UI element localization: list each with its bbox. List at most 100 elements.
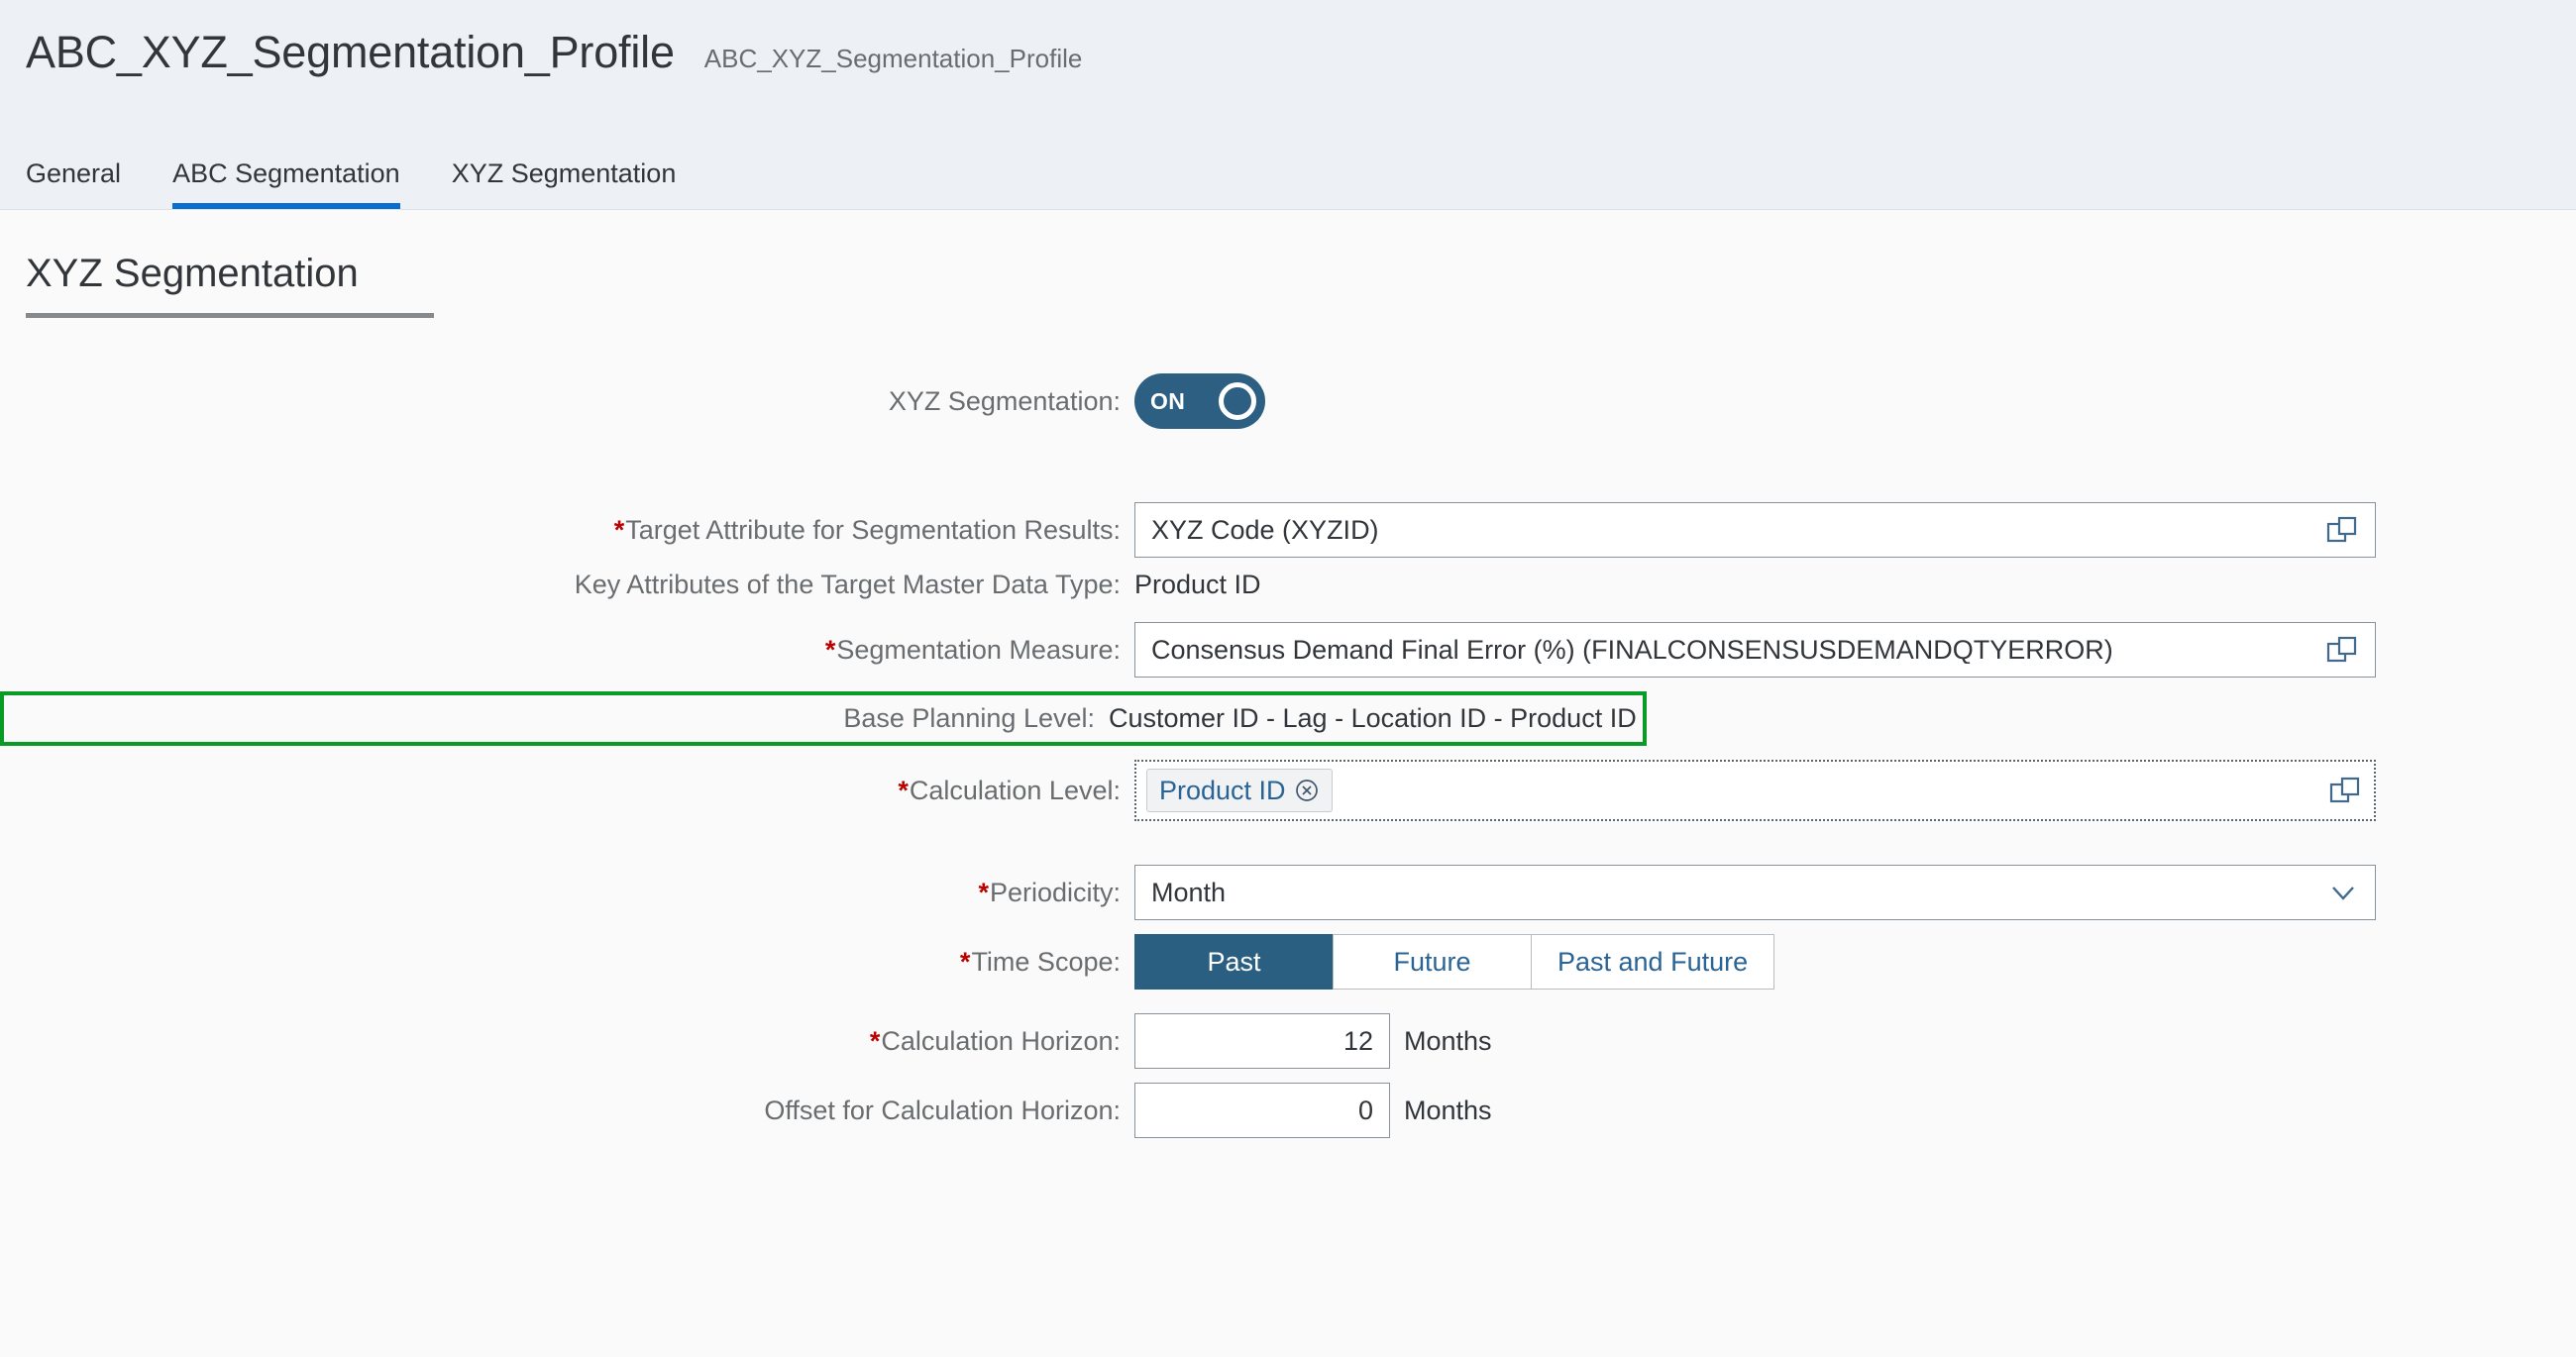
label-offset-calculation-horizon: Offset for Calculation Horizon: <box>0 1097 1134 1124</box>
key-attributes-value: Product ID <box>1134 572 1261 598</box>
row-key-attributes: Key Attributes of the Target Master Data… <box>0 572 2576 598</box>
section-title-underline <box>26 313 434 318</box>
row-periodicity: *Periodicity: Month <box>0 865 2576 920</box>
label-time-scope: *Time Scope: <box>0 949 1134 976</box>
row-target-attribute: *Target Attribute for Segmentation Resul… <box>0 502 2576 558</box>
row-base-planning-level: Base Planning Level: Customer ID - Lag -… <box>0 691 2576 746</box>
label-xyz-segmentation: XYZ Segmentation: <box>0 388 1134 415</box>
page-title: ABC_XYZ_Segmentation_Profile <box>26 28 675 77</box>
token-product-id-label: Product ID <box>1159 778 1286 804</box>
label-target-attribute-text: Target Attribute for Segmentation Result… <box>625 515 1121 545</box>
label-segmentation-measure-text: Segmentation Measure: <box>836 635 1121 665</box>
label-calculation-horizon: *Calculation Horizon: <box>0 1028 1134 1055</box>
section-header: XYZ Segmentation <box>0 210 2576 313</box>
offset-calculation-horizon-value: 0 <box>1151 1097 1373 1124</box>
offset-calculation-horizon-input[interactable]: 0 <box>1134 1083 1390 1138</box>
periodicity-value: Month <box>1151 880 2317 906</box>
time-scope-option-future-label: Future <box>1393 949 1470 976</box>
calculation-horizon-unit: Months <box>1404 1028 1492 1055</box>
offset-calculation-horizon-unit: Months <box>1404 1097 1492 1124</box>
time-scope-segmented-buttons: Past Future Past and Future <box>1134 934 1774 990</box>
spacer <box>0 558 2576 572</box>
spacer <box>0 598 2576 622</box>
label-base-planning-level: Base Planning Level: <box>4 705 1109 732</box>
row-offset-calculation-horizon: Offset for Calculation Horizon: 0 Months <box>0 1083 2576 1138</box>
content-area: XYZ Segmentation XYZ Segmentation: ON *T… <box>0 210 2576 1357</box>
field-periodicity: Month <box>1134 865 2376 920</box>
time-scope-option-past-and-future-label: Past and Future <box>1557 949 1748 976</box>
switch-state-label: ON <box>1150 390 1185 413</box>
label-key-attributes-text: Key Attributes of the Target Master Data… <box>575 570 1121 599</box>
calculation-horizon-value: 12 <box>1151 1028 1373 1055</box>
spacer <box>0 1069 2576 1083</box>
tab-abc-segmentation[interactable]: ABC Segmentation <box>147 160 426 209</box>
row-xyz-segmentation-toggle: XYZ Segmentation: ON <box>0 373 2576 429</box>
label-xyz-segmentation-text: XYZ Segmentation: <box>889 386 1121 416</box>
xyz-segmentation-form: XYZ Segmentation: ON *Target Attribute f… <box>0 373 2576 1138</box>
row-calculation-level: *Calculation Level: Product ID <box>0 760 2576 821</box>
segmentation-measure-input[interactable]: Consensus Demand Final Error (%) (FINALC… <box>1134 622 2376 678</box>
row-segmentation-measure: *Segmentation Measure: Consensus Demand … <box>0 622 2576 678</box>
page-subtitle: ABC_XYZ_Segmentation_Profile <box>704 44 1083 74</box>
tab-xyz-segmentation[interactable]: XYZ Segmentation <box>426 160 702 209</box>
spacer <box>0 678 2576 691</box>
label-periodicity-text: Periodicity: <box>990 878 1121 907</box>
time-scope-option-past-label: Past <box>1207 949 1260 976</box>
value-help-icon[interactable] <box>2328 774 2362 807</box>
field-calculation-level: Product ID <box>1134 760 2376 821</box>
field-offset-calculation-horizon: 0 Months <box>1134 1083 1492 1138</box>
required-marker: * <box>898 776 909 805</box>
spacer <box>0 920 2576 934</box>
field-base-planning-level: Customer ID - Lag - Location ID - Produc… <box>1109 705 1637 732</box>
time-scope-option-past-and-future[interactable]: Past and Future <box>1531 934 1774 990</box>
field-xyz-segmentation-toggle: ON <box>1134 373 1265 429</box>
section-title: XYZ Segmentation <box>26 252 359 313</box>
field-key-attributes: Product ID <box>1134 572 1261 598</box>
field-calculation-horizon: 12 Months <box>1134 1013 1492 1069</box>
calculation-horizon-input[interactable]: 12 <box>1134 1013 1390 1069</box>
row-time-scope: *Time Scope: Past Future Past and Future <box>0 934 2576 990</box>
tab-general-label: General <box>26 158 121 188</box>
row-calculation-horizon: *Calculation Horizon: 12 Months <box>0 1013 2576 1069</box>
value-help-icon[interactable] <box>2325 513 2359 547</box>
token-remove-icon[interactable] <box>1294 778 1320 803</box>
label-time-scope-text: Time Scope: <box>971 947 1121 977</box>
chevron-down-icon[interactable] <box>2327 877 2359 908</box>
required-marker: * <box>870 1026 881 1056</box>
base-planning-level-value: Customer ID - Lag - Location ID - Produc… <box>1109 705 1637 732</box>
periodicity-select[interactable]: Month <box>1134 865 2376 920</box>
required-marker: * <box>978 878 989 907</box>
tab-general[interactable]: General <box>26 160 147 209</box>
spacer <box>0 429 2576 502</box>
label-segmentation-measure: *Segmentation Measure: <box>0 637 1134 664</box>
field-time-scope: Past Future Past and Future <box>1134 934 1774 990</box>
required-marker: * <box>825 635 836 665</box>
tab-xyz-segmentation-label: XYZ Segmentation <box>452 158 677 188</box>
tab-abc-segmentation-label: ABC Segmentation <box>172 158 400 188</box>
base-planning-level-annotation: Base Planning Level: Customer ID - Lag -… <box>0 691 1647 746</box>
field-target-attribute: XYZ Code (XYZID) <box>1134 502 2376 558</box>
calculation-level-input[interactable]: Product ID <box>1134 760 2376 821</box>
value-help-icon[interactable] <box>2325 633 2359 667</box>
time-scope-option-past[interactable]: Past <box>1134 934 1333 990</box>
spacer <box>0 990 2576 1013</box>
required-marker: * <box>614 515 625 545</box>
target-attribute-value: XYZ Code (XYZID) <box>1151 517 2315 544</box>
label-calculation-level: *Calculation Level: <box>0 778 1134 804</box>
label-offset-calculation-horizon-text: Offset for Calculation Horizon: <box>764 1096 1121 1125</box>
segmentation-measure-value: Consensus Demand Final Error (%) (FINALC… <box>1151 637 2315 664</box>
token-product-id[interactable]: Product ID <box>1146 769 1333 812</box>
label-calculation-level-text: Calculation Level: <box>910 776 1121 805</box>
xyz-segmentation-switch[interactable]: ON <box>1134 373 1265 429</box>
page-header: ABC_XYZ_Segmentation_Profile ABC_XYZ_Seg… <box>0 0 2576 210</box>
target-attribute-input[interactable]: XYZ Code (XYZID) <box>1134 502 2376 558</box>
label-base-planning-level-text: Base Planning Level: <box>843 703 1095 733</box>
spacer <box>0 746 2576 760</box>
time-scope-option-future[interactable]: Future <box>1333 934 1531 990</box>
title-row: ABC_XYZ_Segmentation_Profile ABC_XYZ_Seg… <box>0 0 2576 77</box>
label-key-attributes: Key Attributes of the Target Master Data… <box>0 572 1134 598</box>
field-segmentation-measure: Consensus Demand Final Error (%) (FINALC… <box>1134 622 2376 678</box>
label-calculation-horizon-text: Calculation Horizon: <box>881 1026 1121 1056</box>
spacer <box>0 821 2576 865</box>
switch-knob <box>1219 382 1256 420</box>
